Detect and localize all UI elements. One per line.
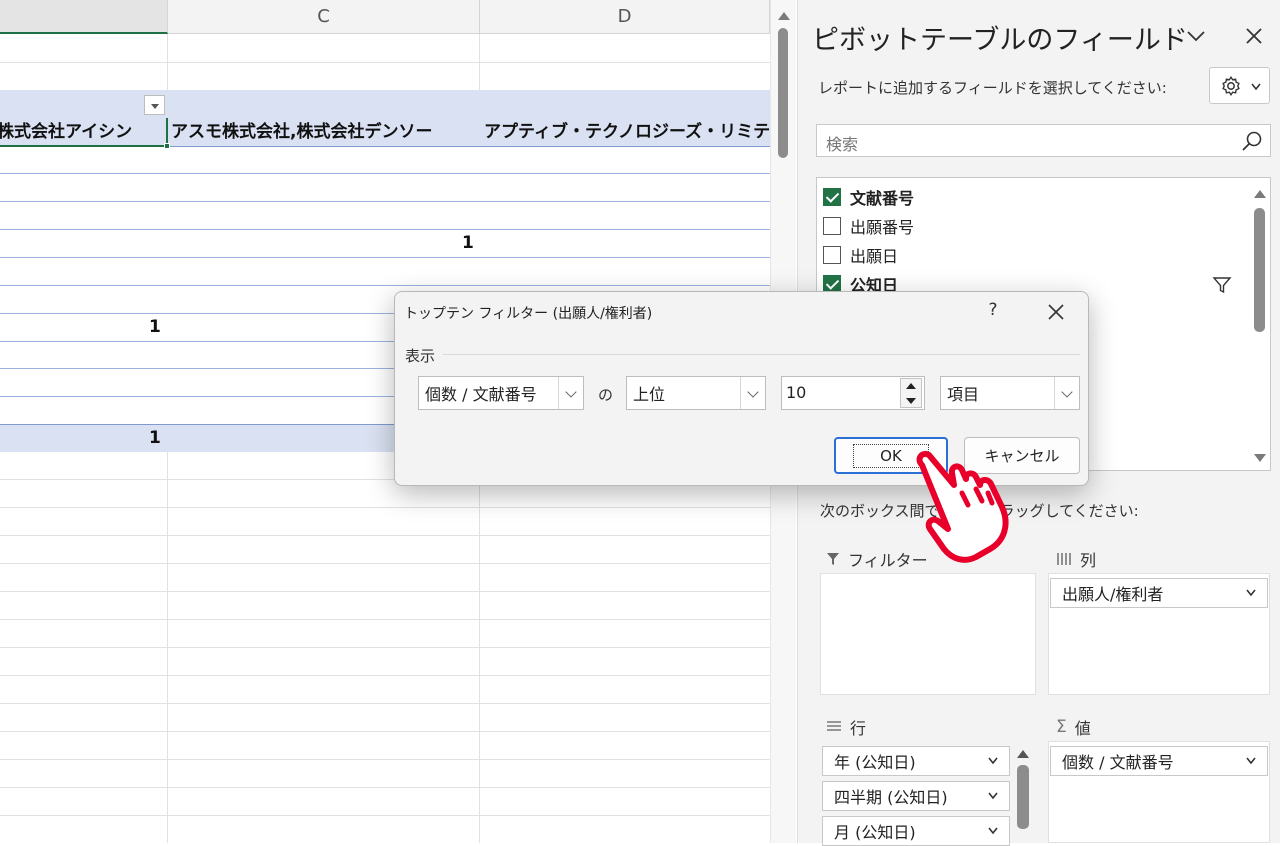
- pivot-rule: [0, 285, 770, 286]
- values-area-header: Σ 値: [1056, 717, 1091, 738]
- column-header-d[interactable]: D: [480, 0, 770, 34]
- chevron-down-icon[interactable]: [558, 377, 583, 409]
- pivot-rule: [0, 201, 770, 202]
- value-cell[interactable]: 1: [462, 233, 474, 253]
- count-stepper[interactable]: 10: [781, 376, 925, 410]
- gridline: [0, 563, 770, 564]
- gridline: [0, 731, 770, 732]
- scroll-up-arrow-icon[interactable]: [1017, 750, 1029, 758]
- gridline: [167, 452, 168, 843]
- of-label: の: [598, 386, 614, 404]
- gear-icon: [1222, 76, 1240, 96]
- pivot-header-cell[interactable]: アスモ株式会社,株式会社デンソー: [171, 118, 477, 146]
- close-icon[interactable]: [1045, 301, 1067, 323]
- checkbox-unchecked[interactable]: [823, 217, 841, 235]
- close-icon[interactable]: [1242, 24, 1266, 48]
- gridline: [0, 815, 770, 816]
- checkbox-unchecked[interactable]: [823, 246, 841, 264]
- search-placeholder: 検索: [826, 135, 859, 154]
- group-divider: [443, 354, 1080, 355]
- gridline: [479, 452, 480, 843]
- grand-total-cell[interactable]: 1: [149, 428, 161, 448]
- search-icon[interactable]: [1240, 129, 1264, 153]
- gridline: [0, 787, 770, 788]
- gridline: [0, 619, 770, 620]
- row-field-pill[interactable]: 四半期 (公知日): [822, 781, 1010, 811]
- scroll-thumb[interactable]: [1254, 208, 1265, 332]
- gridline: [167, 34, 168, 90]
- unit-select[interactable]: 項目: [940, 376, 1080, 410]
- field-label: 文献番号: [850, 189, 915, 208]
- scroll-down-arrow-icon[interactable]: [1254, 454, 1266, 462]
- dialog-title: トップテン フィルター (出願人/権利者): [404, 306, 653, 322]
- fill-handle[interactable]: [164, 143, 170, 149]
- tools-button[interactable]: [1209, 67, 1270, 104]
- gridline: [0, 591, 770, 592]
- rows-icon: [827, 721, 841, 731]
- gridline: [0, 62, 770, 63]
- column-header-c[interactable]: C: [168, 0, 480, 34]
- sigma-icon: Σ: [1056, 717, 1067, 737]
- show-group-label: 表示: [405, 347, 436, 365]
- gridline: [0, 647, 770, 648]
- row-field-pill[interactable]: 年 (公知日): [822, 746, 1010, 776]
- chevron-down-icon[interactable]: [987, 791, 999, 801]
- pivot-rule: [0, 229, 770, 230]
- field-instruction: レポートに追加するフィールドを選択してください:: [818, 79, 1167, 97]
- top-bottom-select[interactable]: 上位: [626, 376, 766, 410]
- help-button[interactable]: ?: [983, 300, 1003, 320]
- scroll-thumb[interactable]: [1017, 765, 1029, 829]
- rows-area-header: 行: [826, 715, 866, 739]
- stepper-up-icon[interactable]: [906, 383, 916, 389]
- gridline: [479, 34, 480, 90]
- scroll-up-arrow-icon[interactable]: [1254, 190, 1266, 198]
- filter-icon[interactable]: [1212, 275, 1232, 295]
- gridline: [0, 507, 770, 508]
- scroll-thumb[interactable]: [778, 28, 788, 158]
- row-field-pill[interactable]: 月 (公知日): [822, 816, 1010, 846]
- count-value[interactable]: 10: [786, 383, 806, 402]
- gridline: [0, 759, 770, 760]
- pane-title: ピボットテーブルのフィールド: [812, 25, 1188, 56]
- field-label: 出願日: [850, 247, 899, 266]
- value-field-pill[interactable]: 個数 / 文献番号: [1050, 746, 1268, 776]
- field-item[interactable]: 出願番号: [823, 214, 914, 238]
- pivot-rule: [0, 257, 770, 258]
- field-item[interactable]: 文献番号: [823, 185, 914, 209]
- field-search-input[interactable]: 検索: [816, 124, 1271, 157]
- pivot-rule: [0, 173, 770, 174]
- chevron-down-icon[interactable]: [1184, 24, 1208, 48]
- value-field-select[interactable]: 個数 / 文献番号: [418, 376, 584, 410]
- chevron-down-icon: [1251, 83, 1261, 91]
- scroll-up-arrow-icon[interactable]: [778, 12, 790, 20]
- chevron-down-icon[interactable]: [740, 377, 765, 409]
- chevron-down-icon[interactable]: [1054, 377, 1079, 409]
- chevron-down-icon[interactable]: [1245, 756, 1257, 766]
- filter-icon: [827, 553, 839, 565]
- column-filter-dropdown[interactable]: [144, 95, 165, 115]
- field-label: 出願番号: [850, 218, 915, 237]
- field-list-scrollbar[interactable]: [1250, 186, 1268, 464]
- stepper-down-icon[interactable]: [906, 398, 916, 404]
- gridline: [0, 703, 770, 704]
- gridline: [0, 675, 770, 676]
- pointing-hand-icon: [916, 451, 1009, 563]
- chevron-down-icon[interactable]: [1245, 588, 1257, 598]
- filter-area-box[interactable]: [820, 573, 1036, 695]
- column-header-b[interactable]: [0, 0, 168, 34]
- rows-area-scrollbar[interactable]: [1014, 747, 1032, 843]
- gridline: [0, 535, 770, 536]
- field-item[interactable]: 出願日: [823, 243, 898, 267]
- stepper-buttons[interactable]: [900, 378, 922, 408]
- chevron-down-icon[interactable]: [987, 756, 999, 766]
- checkbox-checked[interactable]: [823, 188, 841, 206]
- pivot-header-cell[interactable]: アプティブ・テクノロジーズ・リミテッド: [484, 118, 770, 146]
- columns-icon: [1057, 553, 1071, 565]
- column-field-pill[interactable]: 出願人/権利者: [1050, 578, 1268, 608]
- chevron-down-icon[interactable]: [987, 826, 999, 836]
- columns-area-header: 列: [1056, 547, 1096, 571]
- selected-cell[interactable]: [0, 118, 168, 147]
- value-cell[interactable]: 1: [149, 317, 161, 337]
